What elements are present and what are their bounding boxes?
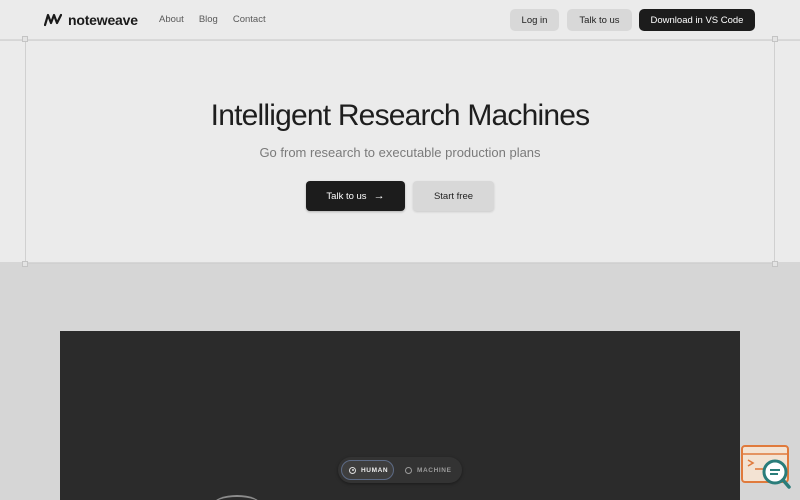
demo-panel: HUMAN MACHINE <box>60 331 740 500</box>
search-chat-widget-icon[interactable] <box>740 444 792 490</box>
toggle-option-human[interactable]: HUMAN <box>341 460 394 480</box>
frame-corner-handle <box>772 261 778 267</box>
frame-corner-handle <box>22 36 28 42</box>
talk-to-us-label: Talk to us <box>326 190 367 202</box>
frame-corner-handle <box>772 36 778 42</box>
nav-about-link[interactable]: About <box>159 14 184 25</box>
login-button[interactable]: Log in <box>510 9 559 31</box>
nav-blog-link[interactable]: Blog <box>199 14 218 25</box>
radio-unselected-icon <box>405 466 412 474</box>
hero-section: Intelligent Research Machines Go from re… <box>0 36 800 267</box>
main-nav: About Blog Contact <box>159 14 266 25</box>
hero-subtitle: Go from research to executable productio… <box>259 145 541 160</box>
site-header: noteweave About Blog Contact Log in Talk… <box>0 0 800 40</box>
start-free-button[interactable]: Start free <box>413 181 494 211</box>
avatar <box>213 495 261 500</box>
radio-selected-icon <box>349 466 356 474</box>
toggle-human-label: HUMAN <box>361 466 389 474</box>
toggle-option-machine[interactable]: MACHINE <box>398 460 458 480</box>
download-vscode-button[interactable]: Download in VS Code <box>639 9 755 31</box>
frame-corner-handle <box>22 261 28 267</box>
arrow-right-icon: → <box>373 189 385 202</box>
nav-contact-link[interactable]: Contact <box>233 14 266 25</box>
talk-to-us-header-button[interactable]: Talk to us <box>567 9 632 31</box>
toggle-machine-label: MACHINE <box>417 466 452 474</box>
noteweave-logo-icon <box>44 13 62 27</box>
talk-to-us-hero-button[interactable]: Talk to us → <box>306 181 405 211</box>
brand-name: noteweave <box>68 12 138 28</box>
hero-title: Intelligent Research Machines <box>210 99 590 132</box>
human-machine-toggle: HUMAN MACHINE <box>338 457 462 483</box>
brand-logo[interactable]: noteweave <box>44 10 138 30</box>
